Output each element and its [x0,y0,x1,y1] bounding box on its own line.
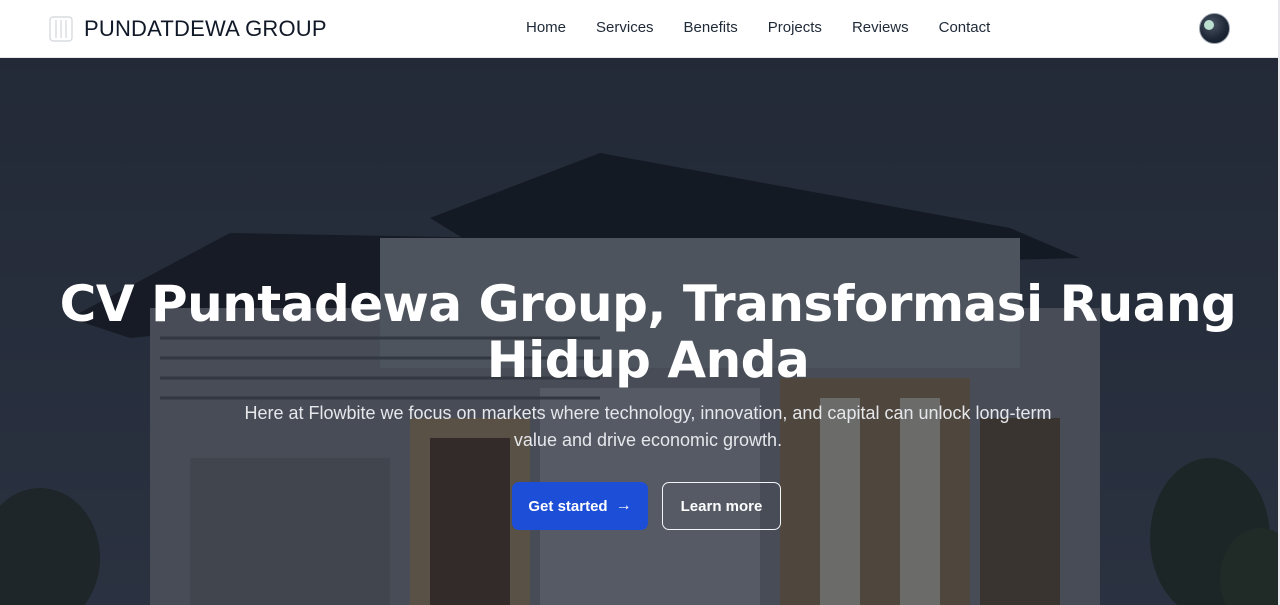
nav-link-home[interactable]: Home [526,19,566,36]
brand-name: PUNDATDEWA GROUP [84,16,327,41]
nav-link-contact[interactable]: Contact [939,19,991,36]
nav-links: Home Services Benefits Projects Reviews … [526,19,1020,36]
get-started-label: Get started [528,497,608,515]
nav-link-projects[interactable]: Projects [768,19,822,36]
learn-more-label: Learn more [680,497,763,515]
arrow-right-icon: → [615,497,632,514]
avatar[interactable] [1199,13,1230,44]
navbar: PUNDATDEWA GROUP Home Services Benefits … [0,0,1280,58]
nav-link-services[interactable]: Services [596,19,654,36]
learn-more-button[interactable]: Learn more [662,482,781,530]
get-started-button[interactable]: Get started → [512,482,648,530]
building-columns-icon [49,16,73,42]
brand-link[interactable]: PUNDATDEWA GROUP [48,14,327,44]
hero-title: CV Puntadewa Group, Transformasi Ruang H… [59,275,1237,389]
hero-subtitle: Here at Flowbite we focus on markets whe… [244,403,1052,450]
nav-link-benefits[interactable]: Benefits [684,19,738,36]
nav-link-reviews[interactable]: Reviews [852,19,909,36]
hero-section: CV Puntadewa Group, Transformasi Ruang H… [0,58,1278,605]
